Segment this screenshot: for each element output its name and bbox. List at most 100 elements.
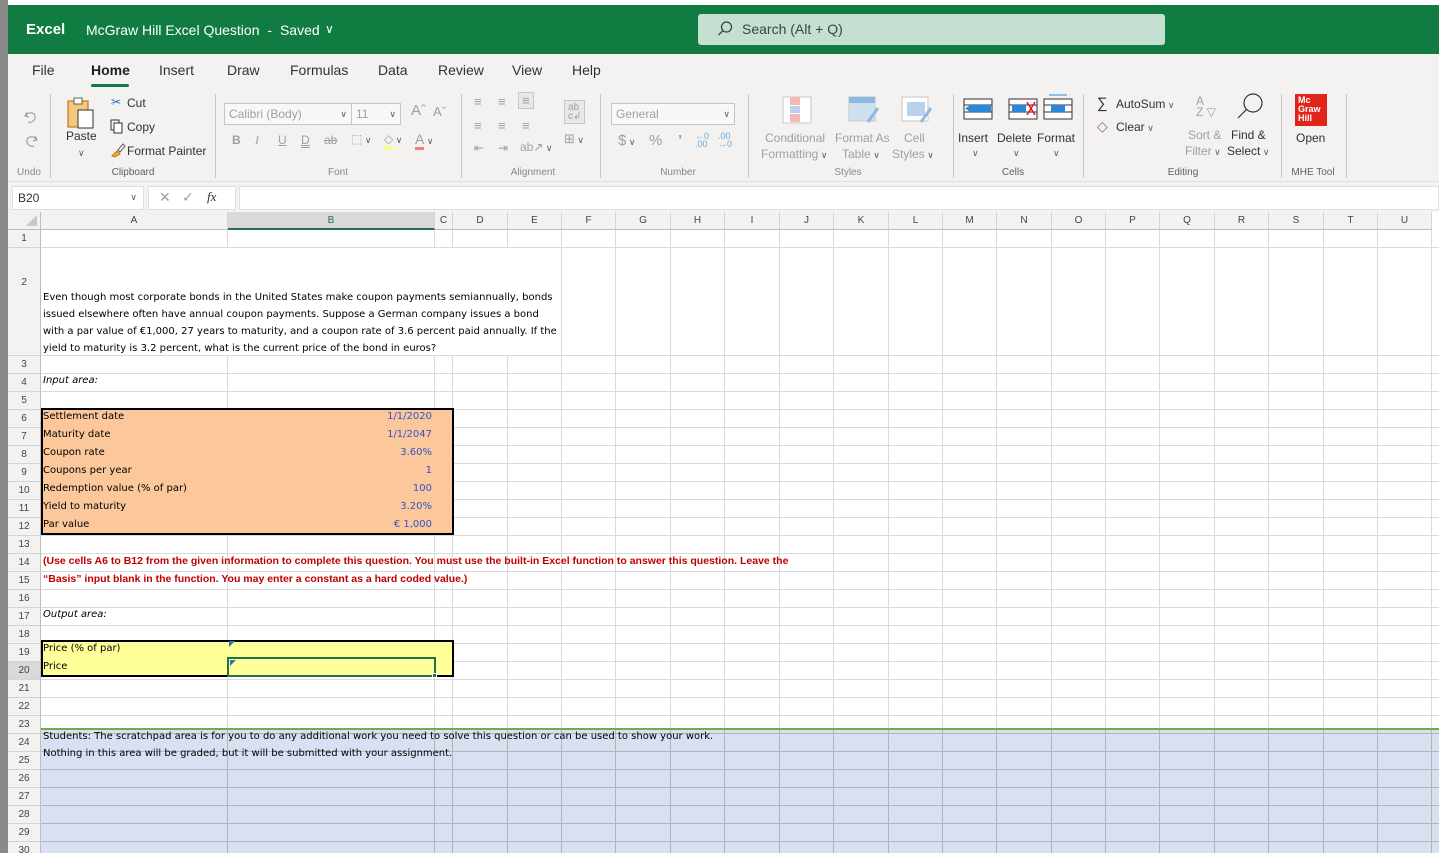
tab-help[interactable]: Help [572, 62, 601, 78]
row-header-20[interactable]: 20 [8, 662, 41, 680]
document-title[interactable]: McGraw Hill Excel Question - Saved [86, 22, 320, 38]
font-family-dropdown[interactable]: Calibri (Body) ∨ [224, 103, 352, 125]
row-header-1[interactable]: 1 [8, 230, 41, 248]
instruction-line-1[interactable]: (Use cells A6 to B12 from the given info… [41, 555, 788, 567]
italic-button[interactable]: I [255, 133, 259, 148]
column-header-i[interactable]: I [725, 212, 780, 230]
enter-icon[interactable]: ✓ [182, 189, 194, 206]
comment-indicator-icon[interactable] [229, 641, 235, 647]
input-label[interactable]: Par value [41, 519, 89, 530]
fill-handle[interactable] [432, 673, 437, 678]
column-header-a[interactable]: A [41, 212, 228, 230]
column-header-b[interactable]: B [228, 212, 435, 230]
row-header-14[interactable]: 14 [8, 554, 41, 572]
formula-input[interactable] [239, 186, 1439, 210]
align-middle-icon[interactable]: ≡ [498, 94, 506, 109]
insert-function-button[interactable]: fx [207, 189, 216, 205]
input-area-label[interactable]: Input area: [41, 375, 98, 386]
wrap-text-icon[interactable]: ab c↲ [564, 100, 586, 124]
row-header-7[interactable]: 7 [8, 428, 41, 446]
borders-icon[interactable]: ⬚ ∨ [351, 132, 371, 146]
font-color-icon[interactable]: A ∨ [415, 131, 433, 150]
row-header-22[interactable]: 22 [8, 698, 41, 716]
row-header-27[interactable]: 27 [8, 788, 41, 806]
row-header-25[interactable]: 25 [8, 752, 41, 770]
increase-font-size-button[interactable]: Aˆ [411, 102, 426, 119]
align-center-icon[interactable]: ≡ [498, 118, 506, 133]
row-header-16[interactable]: 16 [8, 590, 41, 608]
row-header-19[interactable]: 19 [8, 644, 41, 662]
merge-center-icon[interactable]: ⊞ ∨ [564, 131, 584, 147]
align-bottom-icon[interactable]: ≡ [518, 92, 534, 109]
input-label[interactable]: Coupons per year [41, 465, 132, 476]
input-label[interactable]: Maturity date [41, 429, 110, 440]
row-header-28[interactable]: 28 [8, 806, 41, 824]
column-header-q[interactable]: Q [1160, 212, 1215, 230]
row-header-23[interactable]: 23 [8, 716, 41, 734]
cancel-icon[interactable]: ✕ [159, 189, 171, 206]
tab-file[interactable]: File [32, 62, 55, 78]
scratchpad-text-line-1[interactable]: Students: The scratchpad area is for you… [41, 731, 713, 742]
row-header-8[interactable]: 8 [8, 446, 41, 464]
input-value[interactable]: € 1,000 [228, 519, 435, 530]
undo-icon[interactable] [22, 108, 40, 126]
row-header-6[interactable]: 6 [8, 410, 41, 428]
row-header-5[interactable]: 5 [8, 392, 41, 410]
font-size-dropdown[interactable]: 11 ∨ [351, 103, 401, 125]
align-left-icon[interactable]: ≡ [474, 118, 482, 133]
comment-indicator-icon[interactable] [230, 660, 236, 666]
active-cell-selection[interactable] [227, 657, 436, 677]
output-area-label[interactable]: Output area: [41, 609, 107, 620]
row-header-13[interactable]: 13 [8, 536, 41, 554]
input-value[interactable]: 3.60% [228, 447, 435, 458]
double-underline-button[interactable]: D [301, 133, 310, 147]
column-header-h[interactable]: H [671, 212, 725, 230]
tab-formulas[interactable]: Formulas [290, 62, 348, 78]
comma-style-button[interactable]: ’ [678, 132, 682, 149]
decrease-font-size-button[interactable]: Aˇ [433, 104, 446, 119]
column-header-e[interactable]: E [508, 212, 562, 230]
chevron-down-icon[interactable]: ∨ [325, 22, 334, 36]
row-header-29[interactable]: 29 [8, 824, 41, 842]
row-header-30[interactable]: 30 [8, 842, 41, 853]
column-header-d[interactable]: D [453, 212, 508, 230]
column-header-p[interactable]: P [1106, 212, 1160, 230]
column-header-u[interactable]: U [1378, 212, 1432, 230]
increase-decimal-icon[interactable]: ←0.00 [695, 132, 709, 149]
output-label[interactable]: Price (% of par) [41, 643, 120, 654]
align-right-icon[interactable]: ≡ [522, 118, 530, 133]
tab-draw[interactable]: Draw [227, 62, 260, 78]
input-value[interactable]: 3.20% [228, 501, 435, 512]
row-header-18[interactable]: 18 [8, 626, 41, 644]
column-header-g[interactable]: G [616, 212, 671, 230]
column-header-l[interactable]: L [889, 212, 943, 230]
column-header-m[interactable]: M [943, 212, 997, 230]
input-value[interactable]: 100 [228, 483, 435, 494]
redo-icon[interactable] [22, 132, 40, 150]
column-header-n[interactable]: N [997, 212, 1052, 230]
tab-view[interactable]: View [512, 62, 542, 78]
column-header-r[interactable]: R [1215, 212, 1269, 230]
row-header-9[interactable]: 9 [8, 464, 41, 482]
increase-indent-icon[interactable]: ⇥ [498, 141, 508, 155]
input-value[interactable]: 1 [228, 465, 435, 476]
decrease-decimal-icon[interactable]: .00 →0 [718, 132, 732, 149]
column-header-k[interactable]: K [834, 212, 889, 230]
row-header-3[interactable]: 3 [8, 356, 41, 374]
row-header-4[interactable]: 4 [8, 374, 41, 392]
tab-data[interactable]: Data [378, 62, 408, 78]
scratchpad-text-line-2[interactable]: Nothing in this area will be graded, but… [41, 748, 452, 759]
tab-home[interactable]: Home [91, 62, 130, 78]
row-header-24[interactable]: 24 [8, 734, 41, 752]
name-box[interactable]: B20 ∨ [12, 186, 144, 210]
input-label[interactable]: Yield to maturity [41, 501, 126, 512]
question-text[interactable]: Even though most corporate bonds in the … [41, 289, 563, 357]
column-header-f[interactable]: F [562, 212, 616, 230]
input-label[interactable]: Settlement date [41, 411, 124, 422]
app-name[interactable]: Excel [26, 21, 65, 38]
input-label[interactable]: Coupon rate [41, 447, 105, 458]
bold-button[interactable]: B [232, 133, 241, 147]
row-header-15[interactable]: 15 [8, 572, 41, 590]
select-all-button[interactable] [8, 212, 41, 230]
decrease-indent-icon[interactable]: ⇤ [474, 141, 484, 155]
